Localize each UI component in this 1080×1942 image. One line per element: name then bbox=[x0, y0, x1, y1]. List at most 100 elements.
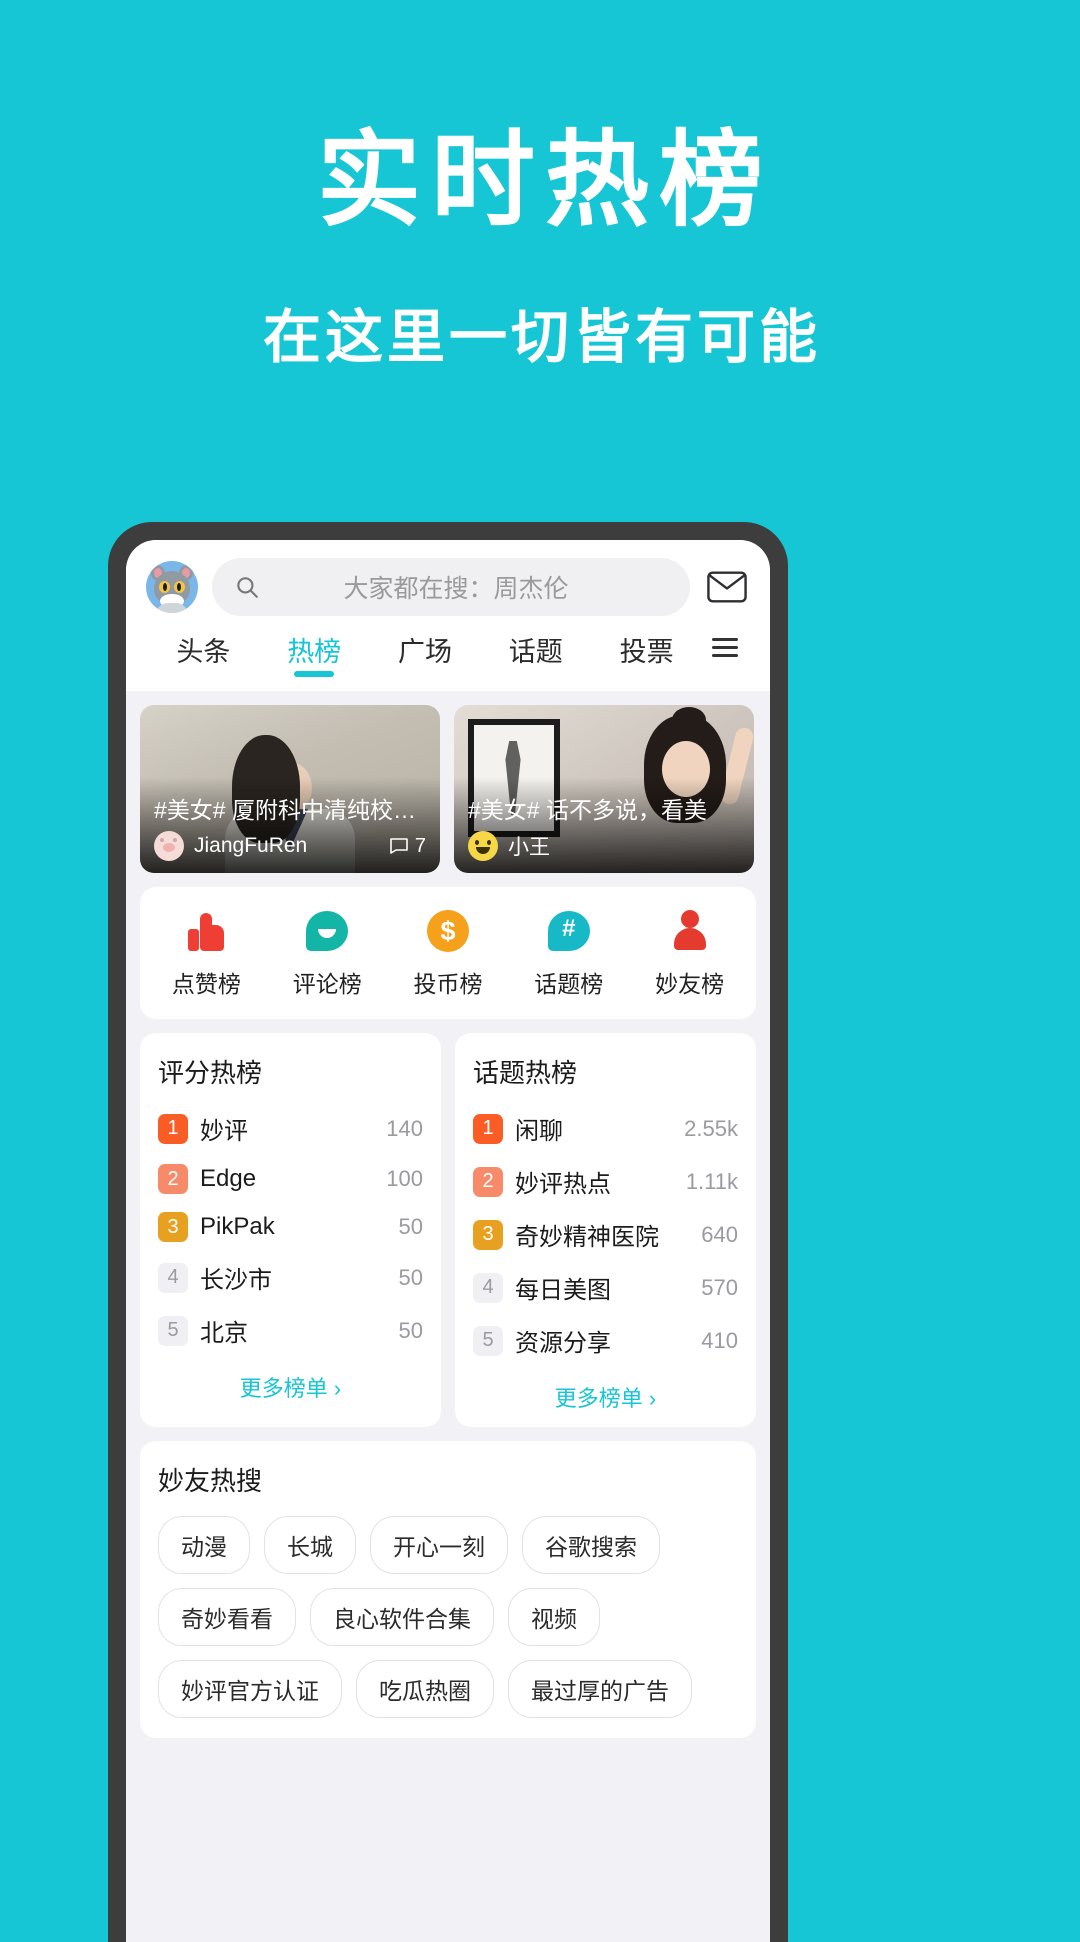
quick-entry-huatibang[interactable]: # 话题榜 bbox=[508, 909, 629, 999]
rank-badge: 2 bbox=[158, 1164, 188, 1194]
media-card-comment-value: 7 bbox=[414, 834, 426, 857]
avatar-body bbox=[156, 603, 188, 613]
chevron-right-icon: › bbox=[648, 1386, 657, 1411]
hot-search-tag[interactable]: 最过厚的广告 bbox=[508, 1660, 692, 1718]
table-row[interactable]: 5 北京 50 bbox=[158, 1304, 423, 1357]
media-card-carousel[interactable]: #美女# 厦附科中清纯校花，学校表白… JiangFuRen 7 bbox=[126, 691, 770, 873]
hot-search-tag[interactable]: 谷歌搜索 bbox=[522, 1516, 660, 1574]
rank-badge: 2 bbox=[473, 1166, 503, 1197]
rank-card-title: 话题热榜 bbox=[473, 1058, 578, 1088]
search-icon bbox=[234, 574, 260, 600]
more-rankings-link[interactable]: 更多榜单 › bbox=[158, 1357, 423, 1403]
pig-face-avatar-icon bbox=[154, 831, 184, 861]
rank-item-value: 410 bbox=[701, 1327, 738, 1353]
table-row[interactable]: 5 资源分享 410 bbox=[473, 1314, 738, 1367]
rank-badge: 5 bbox=[473, 1325, 503, 1356]
rank-item-value: 570 bbox=[701, 1274, 738, 1300]
quick-entry-dianzanbang[interactable]: 点赞榜 bbox=[146, 909, 267, 999]
table-row[interactable]: 3 奇妙精神医院 640 bbox=[473, 1208, 738, 1261]
media-card-username: 小王 bbox=[508, 836, 550, 859]
comment-bubble-icon bbox=[305, 909, 349, 953]
chevron-right-icon: › bbox=[333, 1376, 342, 1401]
rank-list-section: 评分热榜 1 妙评 140 2 Edge 100 3 PikPak 50 4 长… bbox=[126, 1019, 770, 1427]
tab-huati[interactable]: 话题 bbox=[480, 630, 591, 677]
table-row[interactable]: 2 Edge 100 bbox=[158, 1155, 423, 1203]
quick-entry-pinglunbang[interactable]: 评论榜 bbox=[267, 909, 388, 999]
quick-entry-label: 投币榜 bbox=[413, 971, 483, 997]
quick-entry-label: 点赞榜 bbox=[171, 971, 241, 997]
rank-item-name: 每日美图 bbox=[515, 1277, 611, 1304]
tab-bar: 头条 热榜 广场 话题 投票 bbox=[126, 616, 770, 677]
media-card-title: #美女# 厦附科中清纯校花，学校表白… bbox=[154, 797, 426, 823]
quick-entry-label: 妙友榜 bbox=[655, 971, 725, 997]
hot-search-title: 妙友热搜 bbox=[158, 1466, 263, 1496]
rank-item-name: 妙评热点 bbox=[515, 1171, 611, 1198]
quick-entry-toubibang[interactable]: $ 投币榜 bbox=[388, 909, 509, 999]
rank-item-value: 2.55k bbox=[684, 1115, 738, 1141]
tab-toupiao[interactable]: 投票 bbox=[591, 630, 702, 677]
rank-badge: 4 bbox=[473, 1272, 503, 1303]
tab-rebang[interactable]: 热榜 bbox=[259, 630, 370, 677]
tab-guangchang[interactable]: 广场 bbox=[370, 630, 481, 677]
rank-badge: 1 bbox=[473, 1113, 503, 1144]
table-row[interactable]: 1 妙评 140 bbox=[158, 1102, 423, 1155]
coin-dollar-icon: $ bbox=[426, 909, 470, 953]
hot-search-tag-list: 动漫 长城 开心一刻 谷歌搜索 奇妙看看 良心软件合集 视频 妙评官方认证 吃瓜… bbox=[158, 1516, 738, 1718]
rank-item-name: 北京 bbox=[200, 1320, 248, 1347]
rank-badge: 4 bbox=[158, 1262, 188, 1293]
table-row[interactable]: 4 长沙市 50 bbox=[158, 1251, 423, 1304]
rank-item-name: 奇妙精神医院 bbox=[515, 1224, 659, 1251]
smiley-face-avatar-icon bbox=[468, 831, 498, 861]
quick-entry-row: 点赞榜 评论榜 $ 投币榜 # 话题榜 妙友榜 bbox=[140, 887, 756, 1019]
promo-header: 实时热榜 在这里一切皆有可能 bbox=[0, 0, 1080, 374]
media-card-footer: 小王 bbox=[468, 831, 740, 861]
hashtag-bubble-icon: # bbox=[547, 909, 591, 953]
more-rankings-label: 更多榜单 bbox=[554, 1386, 643, 1411]
media-card-title: #美女# 话不多说，看美 bbox=[468, 797, 707, 823]
search-input[interactable]: 大家都在搜：周杰伦 bbox=[212, 558, 690, 616]
rank-card-rating: 评分热榜 1 妙评 140 2 Edge 100 3 PikPak 50 4 长… bbox=[140, 1033, 441, 1427]
comment-icon bbox=[389, 837, 409, 855]
quick-entry-label: 话题榜 bbox=[534, 971, 604, 997]
hot-search-tag[interactable]: 吃瓜热圈 bbox=[356, 1660, 494, 1718]
hot-search-tag[interactable]: 妙评官方认证 bbox=[158, 1660, 342, 1718]
rank-item-value: 100 bbox=[386, 1166, 423, 1191]
app-topbar: 大家都在搜：周杰伦 bbox=[126, 540, 770, 616]
media-card[interactable]: #美女# 厦附科中清纯校花，学校表白… JiangFuRen 7 bbox=[140, 705, 440, 873]
more-rankings-link[interactable]: 更多榜单 › bbox=[473, 1367, 738, 1413]
hot-search-tag[interactable]: 良心软件合集 bbox=[310, 1588, 494, 1646]
rank-item-name: PikPak bbox=[200, 1213, 275, 1240]
media-card-footer: JiangFuRen 7 bbox=[154, 831, 426, 861]
phone-screen: 大家都在搜：周杰伦 头条 热榜 广场 话题 投票 #美女# 厦附科中清纯校花 J… bbox=[126, 540, 770, 1942]
page-title: 实时热榜 bbox=[316, 123, 773, 239]
media-card[interactable]: #美女# 话不多说，看美 小王 bbox=[454, 705, 754, 873]
rank-item-value: 50 bbox=[398, 1317, 423, 1343]
table-row[interactable]: 2 妙评热点 1.11k bbox=[473, 1155, 738, 1208]
tabbar-spacer bbox=[126, 677, 770, 691]
rank-item-value: 140 bbox=[386, 1115, 423, 1141]
thumbs-up-icon bbox=[184, 909, 228, 953]
hamburger-menu-icon[interactable] bbox=[702, 638, 748, 669]
hot-search-tag[interactable]: 动漫 bbox=[158, 1516, 250, 1574]
mail-icon[interactable] bbox=[704, 571, 750, 603]
rank-badge: 1 bbox=[158, 1113, 188, 1144]
page-subtitle: 在这里一切皆有可能 bbox=[262, 305, 821, 371]
hot-search-tag[interactable]: 奇妙看看 bbox=[158, 1588, 296, 1646]
tab-toutiao[interactable]: 头条 bbox=[148, 630, 259, 677]
rank-item-value: 1.11k bbox=[685, 1168, 738, 1194]
rank-card-topic: 话题热榜 1 闲聊 2.55k 2 妙评热点 1.11k 3 奇妙精神医院 64… bbox=[455, 1033, 756, 1427]
rank-badge: 3 bbox=[158, 1212, 188, 1242]
table-row[interactable]: 1 闲聊 2.55k bbox=[473, 1102, 738, 1155]
table-row[interactable]: 3 PikPak 50 bbox=[158, 1203, 423, 1251]
rank-badge: 5 bbox=[158, 1315, 188, 1346]
quick-entry-miaoyoubang[interactable]: 妙友榜 bbox=[629, 909, 750, 999]
rank-item-value: 50 bbox=[398, 1264, 423, 1290]
hot-search-tag[interactable]: 长城 bbox=[264, 1516, 356, 1574]
hot-search-tag[interactable]: 视频 bbox=[508, 1588, 600, 1646]
rank-item-name: 资源分享 bbox=[515, 1330, 611, 1357]
phone-mockup: 大家都在搜：周杰伦 头条 热榜 广场 话题 投票 #美女# 厦附科中清纯校花 J… bbox=[108, 522, 788, 1942]
rank-item-name: 长沙市 bbox=[200, 1267, 272, 1294]
user-avatar[interactable] bbox=[146, 561, 198, 613]
hot-search-tag[interactable]: 开心一刻 bbox=[370, 1516, 508, 1574]
table-row[interactable]: 4 每日美图 570 bbox=[473, 1261, 738, 1314]
